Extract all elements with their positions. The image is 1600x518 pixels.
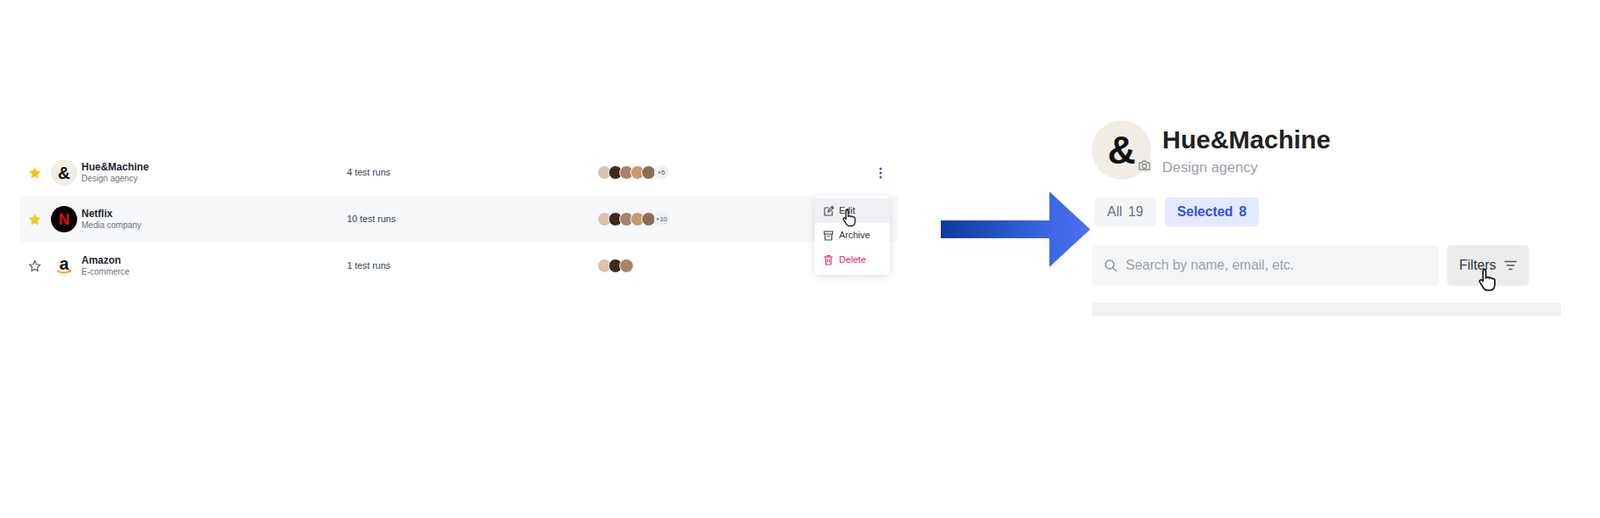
logo-letter: & — [57, 164, 70, 182]
search-input[interactable] — [1125, 255, 1427, 276]
client-name[interactable]: Netflix — [81, 207, 347, 221]
star-icon[interactable] — [27, 166, 43, 180]
logo-letter: & — [1107, 130, 1136, 170]
table-header-strip — [1091, 302, 1561, 317]
client-name-cell: Hue&MachineDesign agency — [81, 161, 347, 185]
delete-icon — [822, 254, 834, 266]
client-row[interactable]: a AmazonE-commerce1 test runs — [20, 242, 899, 290]
menu-label[interactable]: Delete — [839, 252, 867, 268]
tab[interactable]: All 19 — [1094, 197, 1157, 227]
arrow-icon — [940, 191, 1091, 268]
tab-label[interactable]: All — [1107, 201, 1123, 223]
tab-count: 8 — [1238, 201, 1247, 223]
tab[interactable]: Selected8 — [1164, 197, 1260, 227]
tab-bar: All 19 Selected8 — [1094, 197, 1561, 227]
client-name-cell: AmazonE-commerce — [81, 254, 347, 279]
menu-item[interactable]: Delete — [814, 247, 890, 273]
tab-count: 19 — [1128, 201, 1144, 223]
star-icon[interactable] — [27, 212, 43, 227]
avatar-stack: +5 — [597, 165, 876, 180]
kebab-icon[interactable] — [878, 167, 883, 180]
client-profile: &Hue&MachineDesign agency All 19 Selected8 F… — [1091, 120, 1561, 317]
archive-icon — [822, 229, 834, 241]
edit-icon — [822, 205, 834, 217]
filter-icon — [1504, 260, 1517, 271]
menu-item[interactable]: Archive — [814, 223, 890, 248]
filters-label[interactable]: Filters — [1459, 255, 1497, 276]
menu-label[interactable]: Archive — [839, 228, 871, 243]
test-runs: 4 test runs — [346, 165, 598, 180]
hand-cursor-icon — [841, 208, 857, 228]
star-icon[interactable] — [27, 259, 43, 274]
client-logo: & — [50, 159, 78, 186]
more-avatars-badge: +10 — [654, 212, 670, 227]
client-type: E-commerce — [81, 267, 347, 279]
profile-title-block: Hue&MachineDesign agency — [1162, 123, 1331, 178]
row-actions[interactable] — [875, 167, 886, 180]
menu-label[interactable]: Edit — [839, 203, 856, 219]
client-type: Media company — [81, 220, 347, 232]
context-menu: Edit Archive Delete — [814, 195, 890, 275]
logo-letter: a — [59, 255, 69, 273]
filters-button[interactable]: Filters — [1447, 245, 1529, 286]
profile-subtitle: Design agency — [1162, 158, 1331, 177]
client-logo: a — [50, 252, 78, 280]
avatar — [619, 258, 634, 274]
client-row[interactable]: &Hue&MachineDesign agency4 test runs +5 — [20, 149, 899, 196]
profile-title: Hue&Machine — [1162, 123, 1331, 157]
logo-letter: N — [58, 212, 70, 228]
search-bar: Filters — [1091, 245, 1561, 286]
profile-logo[interactable]: & — [1091, 120, 1152, 180]
menu-item[interactable]: Edit — [814, 198, 890, 224]
client-name[interactable]: Hue&Machine — [81, 161, 347, 174]
more-avatars-badge: +5 — [654, 165, 669, 180]
search-icon — [1103, 258, 1118, 273]
client-list: &Hue&MachineDesign agency4 test runs +5 NN… — [20, 149, 899, 290]
test-runs: 10 test runs — [346, 212, 598, 227]
profile-header: &Hue&MachineDesign agency — [1091, 120, 1561, 180]
hand-cursor-icon — [1476, 268, 1497, 293]
client-row[interactable]: N NetflixMedia company10 test runs +10 — [20, 195, 899, 243]
client-name-cell: NetflixMedia company — [81, 207, 347, 232]
camera-icon[interactable] — [1135, 157, 1153, 174]
client-logo: N — [50, 206, 78, 233]
tab-label[interactable]: Selected — [1177, 201, 1234, 223]
client-name[interactable]: Amazon — [81, 254, 347, 268]
client-type: Design agency — [81, 173, 347, 185]
search-field — [1091, 245, 1439, 286]
amazon-smile-icon — [56, 269, 73, 275]
test-runs: 1 test runs — [346, 258, 598, 274]
